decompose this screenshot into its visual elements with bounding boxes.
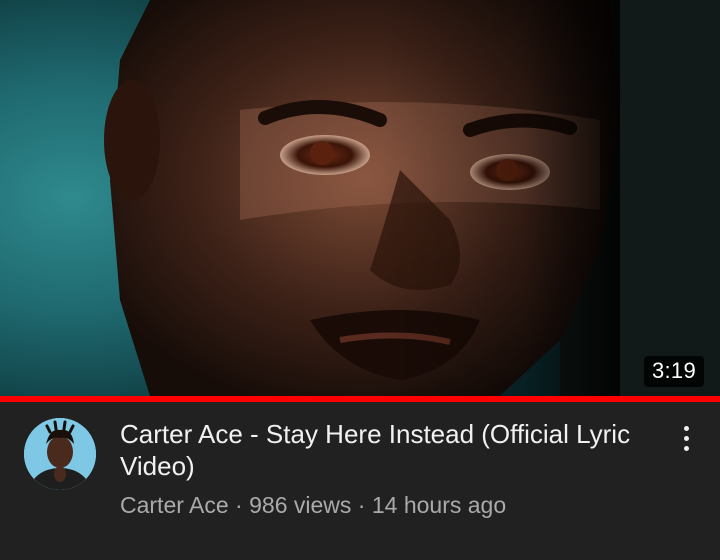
- channel-name[interactable]: Carter Ace: [120, 492, 229, 518]
- video-meta: Carter Ace - Stay Here Instead (Official…: [0, 402, 720, 560]
- video-subtitle: Carter Ace · 986 views · 14 hours ago: [120, 490, 640, 520]
- meta-separator: ·: [235, 492, 243, 518]
- more-vert-icon[interactable]: [670, 420, 702, 456]
- meta-separator: ·: [357, 492, 366, 518]
- view-count: 986 views: [249, 492, 352, 518]
- channel-avatar[interactable]: [24, 418, 96, 490]
- menu-dot: [683, 445, 689, 451]
- menu-dot: [683, 425, 689, 431]
- avatar-image: [24, 418, 96, 490]
- video-thumbnail[interactable]: 3:19: [0, 0, 720, 396]
- thumbnail-image: [104, 0, 720, 396]
- menu-dot: [683, 435, 689, 441]
- duration-badge: 3:19: [643, 356, 704, 387]
- video-card[interactable]: 3:19 Carter Ace - Stay Here Instead (Off…: [0, 0, 720, 560]
- upload-age: 14 hours ago: [371, 492, 507, 518]
- video-title[interactable]: Carter Ace - Stay Here Instead (Official…: [120, 418, 640, 482]
